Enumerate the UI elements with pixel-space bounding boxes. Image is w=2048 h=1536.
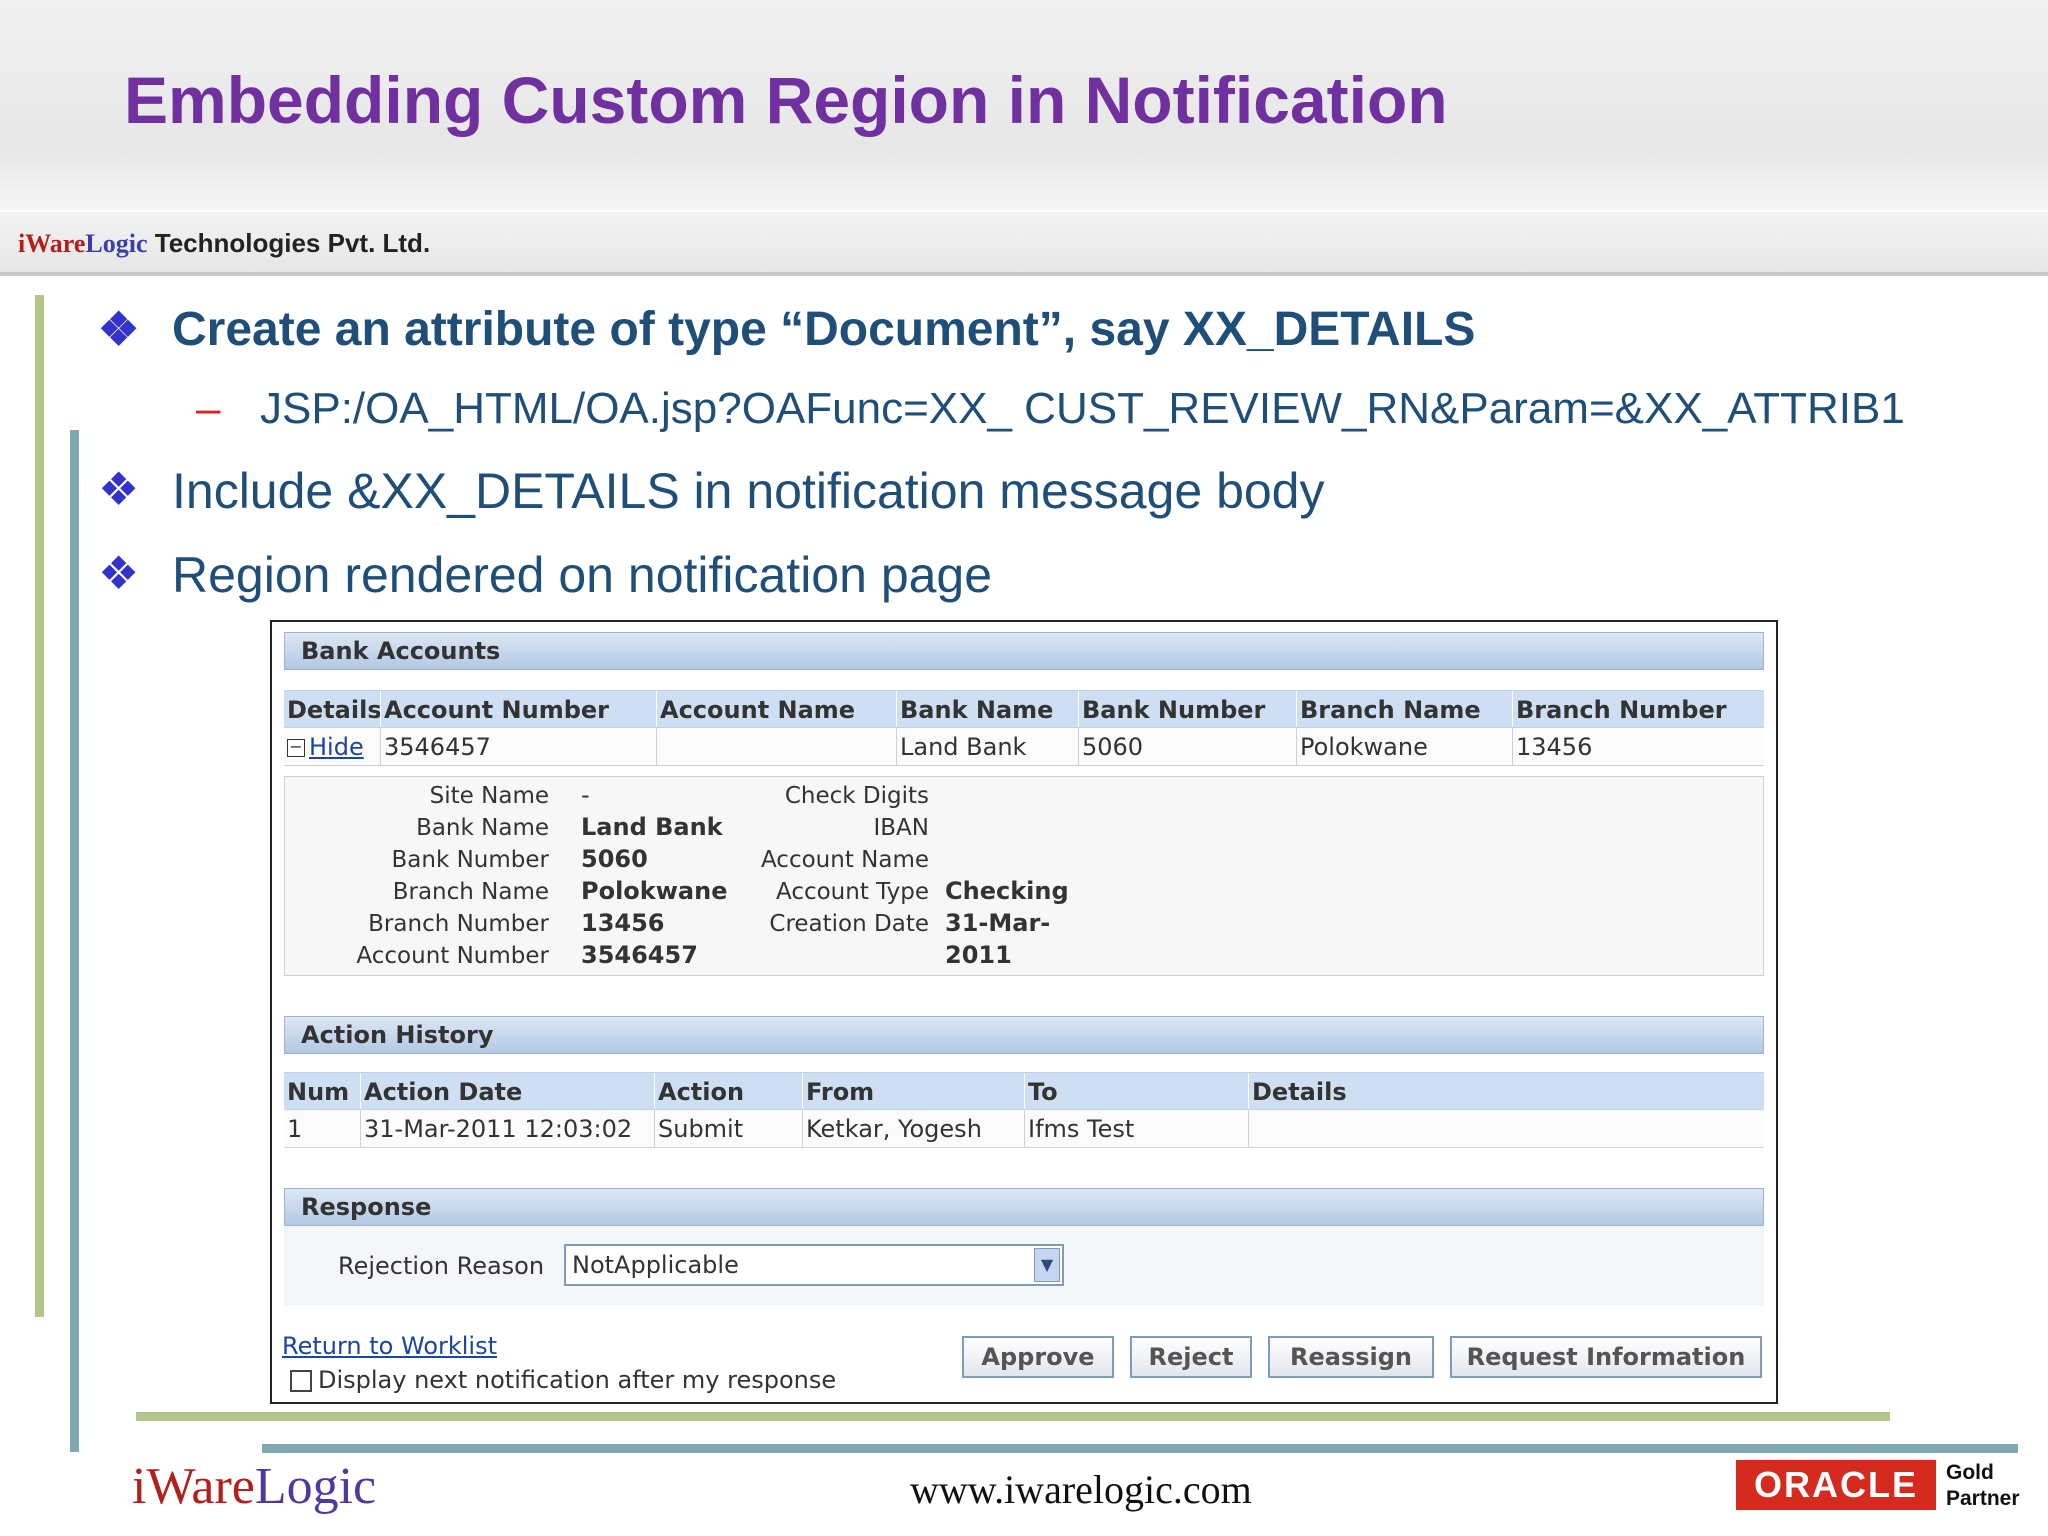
next-notification-checkbox[interactable] (290, 1370, 312, 1392)
decor-bar-teal-vertical (70, 430, 79, 1452)
chevron-down-icon[interactable]: ▼ (1034, 1248, 1060, 1282)
detail-value: Checking (945, 877, 1069, 905)
footer-logo-logic: Logic (254, 1458, 377, 1515)
col-bank-name: Bank Name (896, 691, 1078, 727)
footer-logo-iware: iWare (132, 1458, 255, 1515)
col-details: Details (1248, 1073, 1764, 1109)
detail-label: Bank Name (416, 815, 549, 841)
rejection-reason-value: NotApplicable (572, 1251, 739, 1279)
detail-value: Polokwane (581, 877, 728, 905)
bank-account-row: − Hide 3546457 Land Bank 5060 Polokwane 1… (284, 728, 1764, 766)
cell-num: 1 (287, 1115, 303, 1143)
response-header: Response (284, 1188, 1764, 1226)
detail-value: Land Bank (581, 813, 723, 841)
company-name-rest: Technologies Pvt. Ltd. (147, 228, 431, 258)
detail-label: Account Type (775, 879, 929, 905)
return-to-worklist-link[interactable]: Return to Worklist (282, 1332, 497, 1360)
cell-branch-number: 13456 (1512, 728, 1764, 765)
reject-button[interactable]: Reject (1130, 1336, 1252, 1378)
detail-value: 31-Mar- (945, 909, 1051, 937)
detail-value: 3546457 (581, 941, 698, 969)
diamond-cluster-icon: ❖ (98, 463, 140, 515)
col-branch-number: Branch Number (1512, 691, 1764, 727)
cell-bank-number: 5060 (1078, 728, 1296, 765)
decor-bar-green-vertical (35, 295, 44, 1317)
cell-bank-name: Land Bank (896, 728, 1078, 765)
col-from: From (802, 1073, 1024, 1109)
detail-label: Check Digits (784, 783, 929, 809)
approve-button[interactable]: Approve (962, 1336, 1114, 1378)
col-account-name: Account Name (656, 691, 896, 727)
cell-action-date: 31-Mar-2011 12:03:02 (360, 1110, 654, 1147)
diamond-cluster-icon: ❖ (98, 303, 140, 355)
cell-from: Ketkar, Yogesh (802, 1110, 1024, 1147)
detail-label: Bank Number (391, 847, 549, 873)
bullet-3-text: Region rendered on notification page (172, 547, 993, 603)
rejection-reason-label: Rejection Reason (338, 1252, 545, 1280)
decor-bar-teal-horizontal (262, 1444, 2018, 1453)
detail-value: - (581, 781, 590, 809)
cell-action: Submit (654, 1110, 802, 1147)
detail-label: Branch Number (368, 911, 549, 937)
col-details: Details (287, 696, 380, 724)
oracle-logo: ORACLE (1736, 1460, 1936, 1510)
company-logo-iware: iWare (18, 229, 86, 258)
detail-value: 5060 (581, 845, 648, 873)
cell-account-name (656, 728, 896, 765)
diamond-cluster-icon: ❖ (98, 547, 140, 599)
detail-label: IBAN (873, 815, 929, 841)
company-logo-logic: Logic (85, 229, 148, 258)
action-history-row: 1 31-Mar-2011 12:03:02 Submit Ketkar, Yo… (284, 1110, 1764, 1148)
hide-link-text[interactable]: Hide (309, 733, 364, 761)
col-num: Num (287, 1078, 350, 1106)
col-bank-number: Bank Number (1078, 691, 1296, 727)
cell-branch-name: Polokwane (1296, 728, 1512, 765)
detail-label: Site Name (429, 783, 549, 809)
notification-screenshot: Bank Accounts Details Account Number Acc… (270, 620, 1778, 1404)
cell-details (1248, 1110, 1764, 1147)
cell-account-number: 3546457 (380, 728, 656, 765)
action-history-column-headers: Num Action Date Action From To Details (284, 1072, 1764, 1110)
detail-value: 13456 (581, 909, 665, 937)
footer-logo: iWareLogic (132, 1456, 376, 1516)
detail-label: Creation Date (769, 911, 929, 937)
detail-value-wrap: 2011 (945, 941, 1012, 969)
bullet-1-text: Create an attribute of type “Document”, … (172, 303, 1476, 356)
slide-title: Embedding Custom Region in Notification (124, 63, 1448, 137)
detail-label: Account Number (356, 943, 549, 969)
next-notification-label: Display next notification after my respo… (318, 1366, 837, 1394)
bank-accounts-column-headers: Details Account Number Account Name Bank… (284, 690, 1764, 728)
partner-label: Partner (1946, 1487, 2020, 1510)
reassign-button[interactable]: Reassign (1268, 1336, 1434, 1378)
request-information-button[interactable]: Request Information (1450, 1336, 1762, 1378)
col-to: To (1024, 1073, 1248, 1109)
col-branch-name: Branch Name (1296, 691, 1512, 727)
bank-accounts-header: Bank Accounts (284, 632, 1764, 670)
company-name: iWareLogic Technologies Pvt. Ltd. (18, 228, 430, 259)
detail-label: Branch Name (392, 879, 549, 905)
gold-partner-label: Gold Partner (1946, 1460, 2020, 1512)
gold-label: Gold (1946, 1461, 1994, 1484)
cell-to: Ifms Test (1024, 1110, 1248, 1147)
action-history-header: Action History (284, 1016, 1764, 1054)
hide-details-link[interactable]: − Hide (284, 728, 380, 765)
bullet-2-text: Include &XX_DETAILS in notification mess… (172, 463, 1325, 519)
sub-bullet-text: JSP:/OA_HTML/OA.jsp?OAFunc=XX_ CUST_REVI… (260, 384, 1905, 433)
col-action-date: Action Date (360, 1073, 654, 1109)
col-action: Action (654, 1073, 802, 1109)
rejection-reason-select[interactable]: NotApplicable ▼ (564, 1244, 1064, 1286)
dash-icon: – (196, 384, 221, 433)
col-account-number: Account Number (380, 691, 656, 727)
decor-bar-green-horizontal (136, 1412, 1890, 1421)
footer-url: www.iwarelogic.com (910, 1467, 1252, 1512)
detail-label: Account Name (760, 847, 929, 873)
collapse-icon[interactable]: − (287, 739, 305, 757)
bank-account-details-panel: Site Name - Bank Name Land Bank Bank Num… (284, 776, 1764, 976)
